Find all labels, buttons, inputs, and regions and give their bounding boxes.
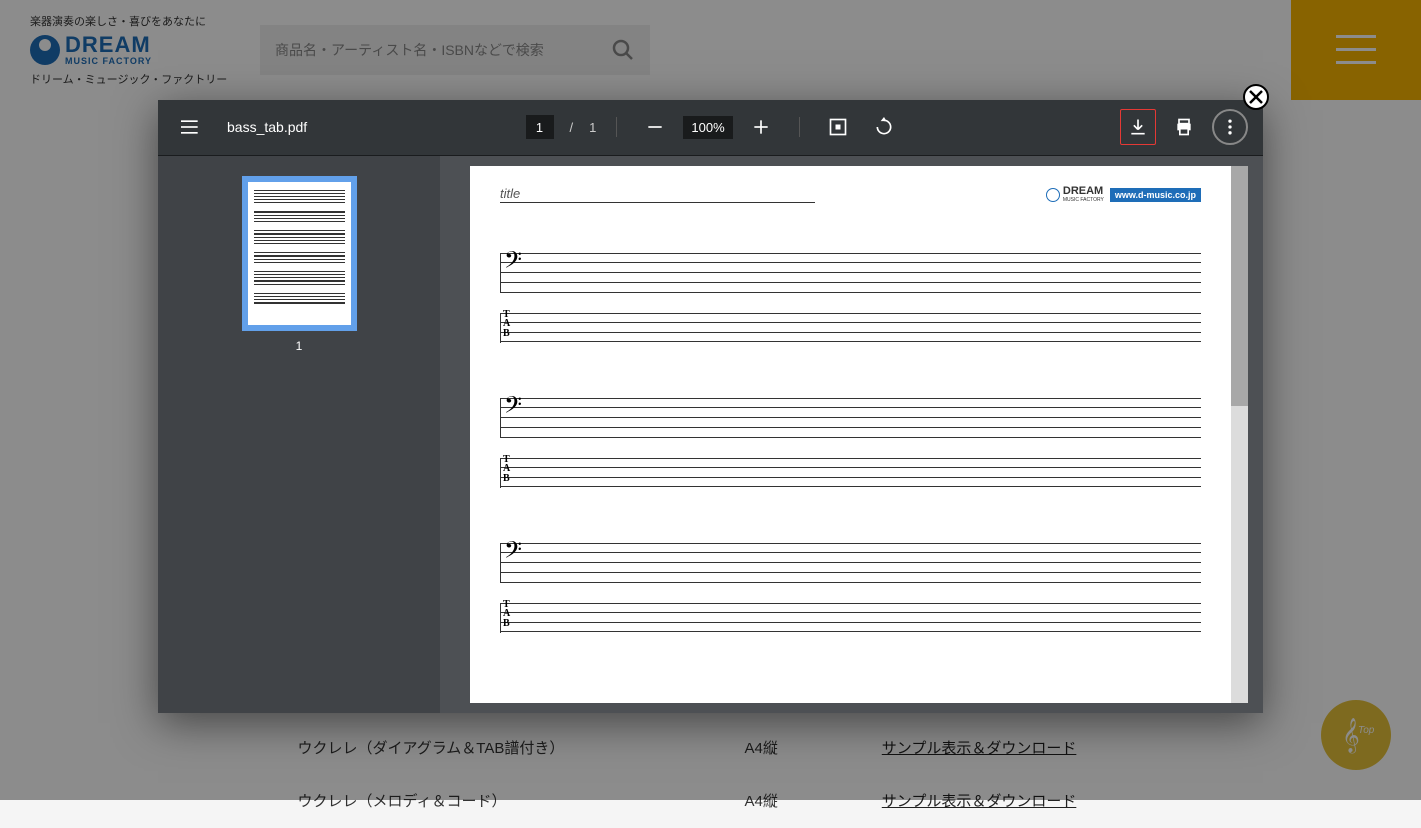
thumbnail-panel: 1 xyxy=(158,156,440,713)
minus-icon xyxy=(645,117,665,137)
rotate[interactable] xyxy=(866,109,902,145)
page-total: 1 xyxy=(589,120,596,135)
close-icon xyxy=(1249,90,1263,104)
scrollbar-thumb[interactable] xyxy=(1231,166,1248,406)
staff-system: 𝄢 TAB xyxy=(500,543,1201,633)
sidebar-toggle[interactable] xyxy=(173,109,209,145)
more-vertical-icon xyxy=(1220,117,1240,137)
brand-logo-icon xyxy=(1046,188,1060,202)
page-thumbnail[interactable] xyxy=(242,176,357,331)
pdf-page: title DREAM MUSIC FACTORY www.d-music.co… xyxy=(470,166,1231,703)
download-icon xyxy=(1128,117,1148,137)
print-button[interactable] xyxy=(1166,109,1202,145)
pdf-toolbar: bass_tab.pdf / 1 100% xyxy=(158,100,1263,156)
divider xyxy=(799,117,800,137)
bass-clef-icon: 𝄢 xyxy=(504,249,522,277)
modal-overlay[interactable]: bass_tab.pdf / 1 100% xyxy=(0,0,1421,800)
more-menu[interactable] xyxy=(1212,109,1248,145)
pdf-body: 1 title DREAM MUSIC FACTORY xyxy=(158,156,1263,713)
zoom-value[interactable]: 100% xyxy=(683,116,732,139)
staff-system: 𝄢 TAB xyxy=(500,253,1201,343)
fit-page[interactable] xyxy=(820,109,856,145)
tab-label: TAB xyxy=(503,310,510,339)
bass-clef-icon: 𝄢 xyxy=(504,394,522,422)
download-button[interactable] xyxy=(1120,109,1156,145)
close-button[interactable] xyxy=(1243,84,1269,110)
zoom-out[interactable] xyxy=(637,109,673,145)
tab-label: TAB xyxy=(503,455,510,484)
staff-system: 𝄢 TAB xyxy=(500,398,1201,488)
print-icon xyxy=(1174,117,1194,137)
brand-sub-text: MUSIC FACTORY xyxy=(1063,197,1104,203)
rotate-icon xyxy=(874,117,894,137)
tab-label: TAB xyxy=(503,600,510,629)
thumbnail-number: 1 xyxy=(296,339,303,353)
brand-text: DREAM xyxy=(1063,187,1104,197)
page-render-area[interactable]: title DREAM MUSIC FACTORY www.d-music.co… xyxy=(440,156,1263,713)
brand-url: www.d-music.co.jp xyxy=(1110,188,1201,202)
zoom-in[interactable] xyxy=(743,109,779,145)
scrollbar[interactable] xyxy=(1231,166,1248,703)
page-separator: / xyxy=(570,120,574,135)
page-number-input[interactable] xyxy=(526,115,554,139)
fit-icon xyxy=(828,117,848,137)
bass-clef-icon: 𝄢 xyxy=(504,539,522,567)
sheet-brand: DREAM MUSIC FACTORY www.d-music.co.jp xyxy=(1046,187,1201,203)
hamburger-icon xyxy=(181,117,201,137)
sheet-title-field: title xyxy=(500,186,815,203)
pdf-viewer: bass_tab.pdf / 1 100% xyxy=(158,100,1263,713)
plus-icon xyxy=(751,117,771,137)
divider xyxy=(616,117,617,137)
pdf-filename: bass_tab.pdf xyxy=(227,119,307,135)
